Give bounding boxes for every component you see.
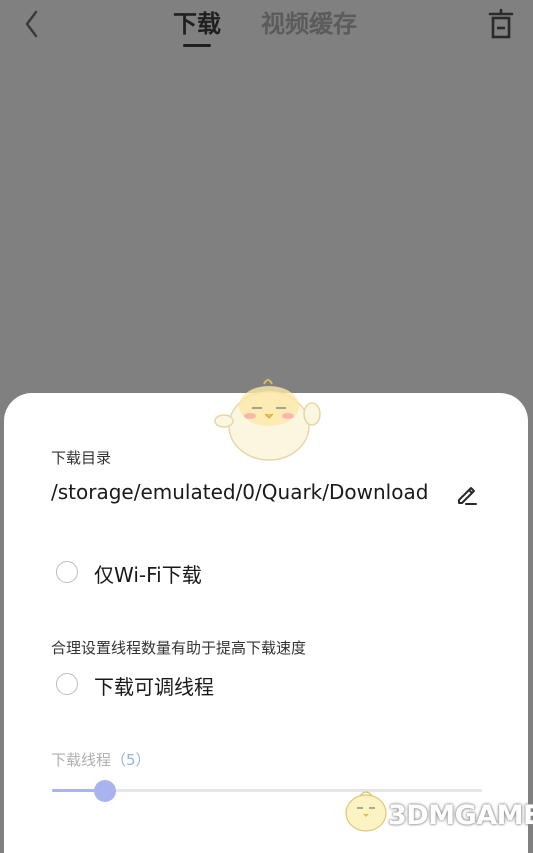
active-tab-indicator	[183, 44, 211, 47]
watermark-text: 3DMGAME	[388, 800, 533, 831]
threads-label-text: 下载线程	[51, 751, 112, 769]
edit-pencil-icon[interactable]	[454, 481, 480, 507]
adjustable-threads-radio[interactable]	[56, 673, 78, 695]
wifi-only-label: 仅Wi-Fi下载	[94, 563, 202, 587]
wifi-only-radio[interactable]	[56, 561, 78, 583]
back-chevron-icon[interactable]	[20, 8, 44, 40]
download-directory-path: /storage/emulated/0/Quark/Download	[51, 480, 429, 504]
top-bar: 下载 视频缓存	[0, 0, 533, 60]
tab-video-cache[interactable]: 视频缓存	[261, 8, 357, 40]
adjustable-threads-label: 下载可调线程	[94, 675, 214, 699]
tab-download[interactable]: 下载	[173, 8, 221, 40]
threads-count: （5）	[111, 751, 151, 769]
thread-hint-text: 合理设置线程数量有助于提高下载速度	[51, 639, 307, 657]
trash-icon[interactable]	[486, 8, 516, 40]
threads-label: 下载线程（5）	[51, 749, 151, 770]
mascot-chick-icon	[214, 379, 321, 461]
download-directory-label: 下载目录	[51, 449, 112, 467]
threads-slider-thumb[interactable]	[94, 780, 116, 802]
